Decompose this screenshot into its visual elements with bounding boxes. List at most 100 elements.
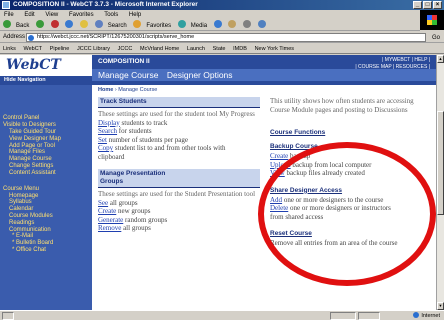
media-icon[interactable] bbox=[177, 20, 186, 28]
manage-bar: Manage Course Designer Options bbox=[92, 69, 436, 81]
course-menu-heading: Course Menu bbox=[3, 185, 40, 192]
sidebar-item-calendar[interactable]: Calendar bbox=[0, 206, 92, 213]
manage-course-tab[interactable]: Manage Course bbox=[98, 70, 158, 80]
sidebar-item-designer-map[interactable]: View Designer Map bbox=[0, 136, 92, 143]
list-item: Create backup bbox=[270, 152, 311, 160]
breadcrumb-current: Manage Course bbox=[118, 87, 158, 93]
control-panel-heading[interactable]: Control Panel bbox=[0, 115, 92, 122]
forward-arrow-icon[interactable] bbox=[36, 20, 45, 28]
presentation-groups-heading-line-1: Manage Presentation bbox=[100, 170, 166, 177]
designer-options-tab[interactable]: Designer Options bbox=[167, 70, 233, 80]
menu-help[interactable]: Help bbox=[129, 12, 141, 18]
maximize-button[interactable]: □ bbox=[423, 1, 432, 9]
menu-view[interactable]: View bbox=[45, 12, 58, 18]
address-url: https://webct.jccc.net/SCRIPT/1267520030… bbox=[37, 34, 195, 40]
menu-favorites[interactable]: Favorites bbox=[69, 12, 94, 18]
scrollbar-thumb[interactable] bbox=[437, 111, 444, 215]
page-icon bbox=[28, 35, 34, 41]
home-icon[interactable] bbox=[80, 20, 89, 28]
sidebar-item-communication[interactable]: Communication bbox=[0, 227, 92, 234]
generate-groups-link[interactable]: Generate bbox=[98, 216, 123, 224]
delete-designers-link[interactable]: Delete bbox=[270, 204, 288, 212]
set-link[interactable]: Set bbox=[98, 136, 107, 144]
vertical-scrollbar[interactable]: ▲ ▼ bbox=[436, 55, 444, 310]
sidebar-item-homepage[interactable]: Homepage bbox=[0, 193, 92, 200]
favorites-star-icon[interactable] bbox=[133, 20, 142, 28]
ie-icon bbox=[2, 1, 10, 9]
copy-link[interactable]: Copy bbox=[98, 144, 113, 152]
breadcrumb-home[interactable]: Home bbox=[98, 87, 113, 93]
go-button[interactable]: Go bbox=[432, 33, 440, 44]
remove-groups-link[interactable]: Remove bbox=[98, 224, 121, 232]
menu-file[interactable]: File bbox=[4, 12, 14, 18]
refresh-icon[interactable] bbox=[65, 20, 74, 28]
stop-icon[interactable] bbox=[50, 20, 59, 28]
links-bar: Links WebCT Pipeline JCCC Library JCCC M… bbox=[0, 44, 444, 54]
status-cell bbox=[330, 312, 356, 320]
top-links-row-1[interactable]: | MYWEBCT | HELP | bbox=[355, 57, 430, 64]
browser-toolbar: Back Search Favorites Media bbox=[0, 20, 420, 31]
link-imdb[interactable]: IMDB bbox=[233, 46, 247, 52]
backup-course-heading: Backup Course bbox=[270, 143, 318, 150]
edit-icon[interactable] bbox=[257, 20, 266, 28]
history-icon[interactable] bbox=[213, 20, 222, 28]
link-jccc[interactable]: JCCC bbox=[118, 46, 133, 52]
sidebar-item-manage-files[interactable]: Manage Files bbox=[0, 149, 92, 156]
see-groups-link[interactable]: See bbox=[98, 199, 108, 207]
add-designers-link[interactable]: Add bbox=[270, 196, 282, 204]
breadcrumb-separator: › bbox=[114, 87, 117, 93]
hide-navigation-link[interactable]: Hide Navigation bbox=[0, 76, 92, 85]
sidebar-item-readings[interactable]: Readings bbox=[0, 220, 92, 227]
sidebar-item-syllabus[interactable]: Syllabus bbox=[0, 199, 92, 206]
mail-icon[interactable] bbox=[228, 20, 237, 28]
link-pipeline[interactable]: Pipeline bbox=[50, 46, 70, 52]
search-icon[interactable] bbox=[94, 20, 103, 28]
link-launch[interactable]: Launch bbox=[187, 46, 205, 52]
back-arrow-icon[interactable] bbox=[3, 20, 11, 28]
display-link[interactable]: Display bbox=[98, 119, 120, 127]
create-groups-link[interactable]: Create bbox=[98, 207, 116, 215]
print-icon[interactable] bbox=[243, 20, 252, 28]
list-item: Delete one or more designers or instruct… bbox=[270, 204, 391, 212]
scroll-up-arrow-icon[interactable]: ▲ bbox=[437, 55, 444, 63]
minimize-button[interactable]: _ bbox=[413, 1, 422, 9]
list-item-continued: clipboard bbox=[98, 152, 125, 161]
sidebar-item-email[interactable]: * E-Mail bbox=[0, 233, 92, 240]
link-webct[interactable]: WebCT bbox=[24, 46, 43, 52]
sidebar-item-add-page[interactable]: Add Page or Tool bbox=[0, 143, 92, 150]
sidebar-item-bulletin-board[interactable]: * Bulletin Board bbox=[0, 240, 92, 247]
search-button[interactable]: Search bbox=[108, 23, 127, 29]
address-input[interactable]: https://webct.jccc.net/SCRIPT/1267520030… bbox=[26, 33, 426, 42]
upload-backup-link[interactable]: Upload bbox=[270, 161, 291, 169]
search-link[interactable]: Search bbox=[98, 127, 117, 135]
address-label: Address bbox=[3, 34, 26, 40]
sidebar-item-change-settings[interactable]: Change Settings bbox=[0, 163, 92, 170]
link-nytimes[interactable]: New York Times bbox=[255, 46, 294, 52]
link-mcvrland-home[interactable]: McVrland Home bbox=[140, 46, 179, 52]
menu-bar: File Edit View Favorites Tools Help bbox=[0, 10, 444, 20]
menu-edit[interactable]: Edit bbox=[24, 12, 34, 18]
list-item: Upload backup from local computer bbox=[270, 160, 372, 169]
list-item: Copy student list to and from other tool… bbox=[98, 144, 226, 152]
create-backup-link[interactable]: Create bbox=[270, 152, 288, 160]
sidebar-item-office-chat[interactable]: * Office Chat bbox=[0, 247, 92, 254]
sidebar-item-course-modules[interactable]: Course Modules bbox=[0, 213, 92, 220]
scroll-down-arrow-icon[interactable]: ▼ bbox=[437, 302, 444, 310]
close-button[interactable]: × bbox=[433, 1, 442, 9]
utility-description: This utility shows how often students ar… bbox=[270, 97, 414, 114]
favorites-button[interactable]: Favorites bbox=[146, 23, 171, 29]
back-button[interactable]: Back bbox=[16, 23, 29, 29]
share-designer-access-heading: Share Designer Access bbox=[270, 186, 343, 194]
view-backup-link[interactable]: View bbox=[270, 169, 285, 177]
course-title: COMPOSITION II bbox=[98, 58, 150, 65]
menu-tools[interactable]: Tools bbox=[104, 12, 118, 18]
link-jccc-library[interactable]: JCCC Library bbox=[77, 46, 110, 52]
link-state[interactable]: State bbox=[213, 46, 226, 52]
sidebar-item-manage-course[interactable]: Manage Course bbox=[0, 156, 92, 163]
sidebar-item-content-assistant[interactable]: Content Assistant bbox=[0, 170, 92, 177]
sidebar-item-guided-tour[interactable]: Take Guided Tour bbox=[0, 129, 92, 136]
right-column: This utility shows how often students ar… bbox=[270, 97, 434, 248]
media-button[interactable]: Media bbox=[191, 23, 207, 29]
lock-icon bbox=[358, 312, 380, 320]
reset-course-heading[interactable]: Reset Course bbox=[270, 229, 434, 239]
